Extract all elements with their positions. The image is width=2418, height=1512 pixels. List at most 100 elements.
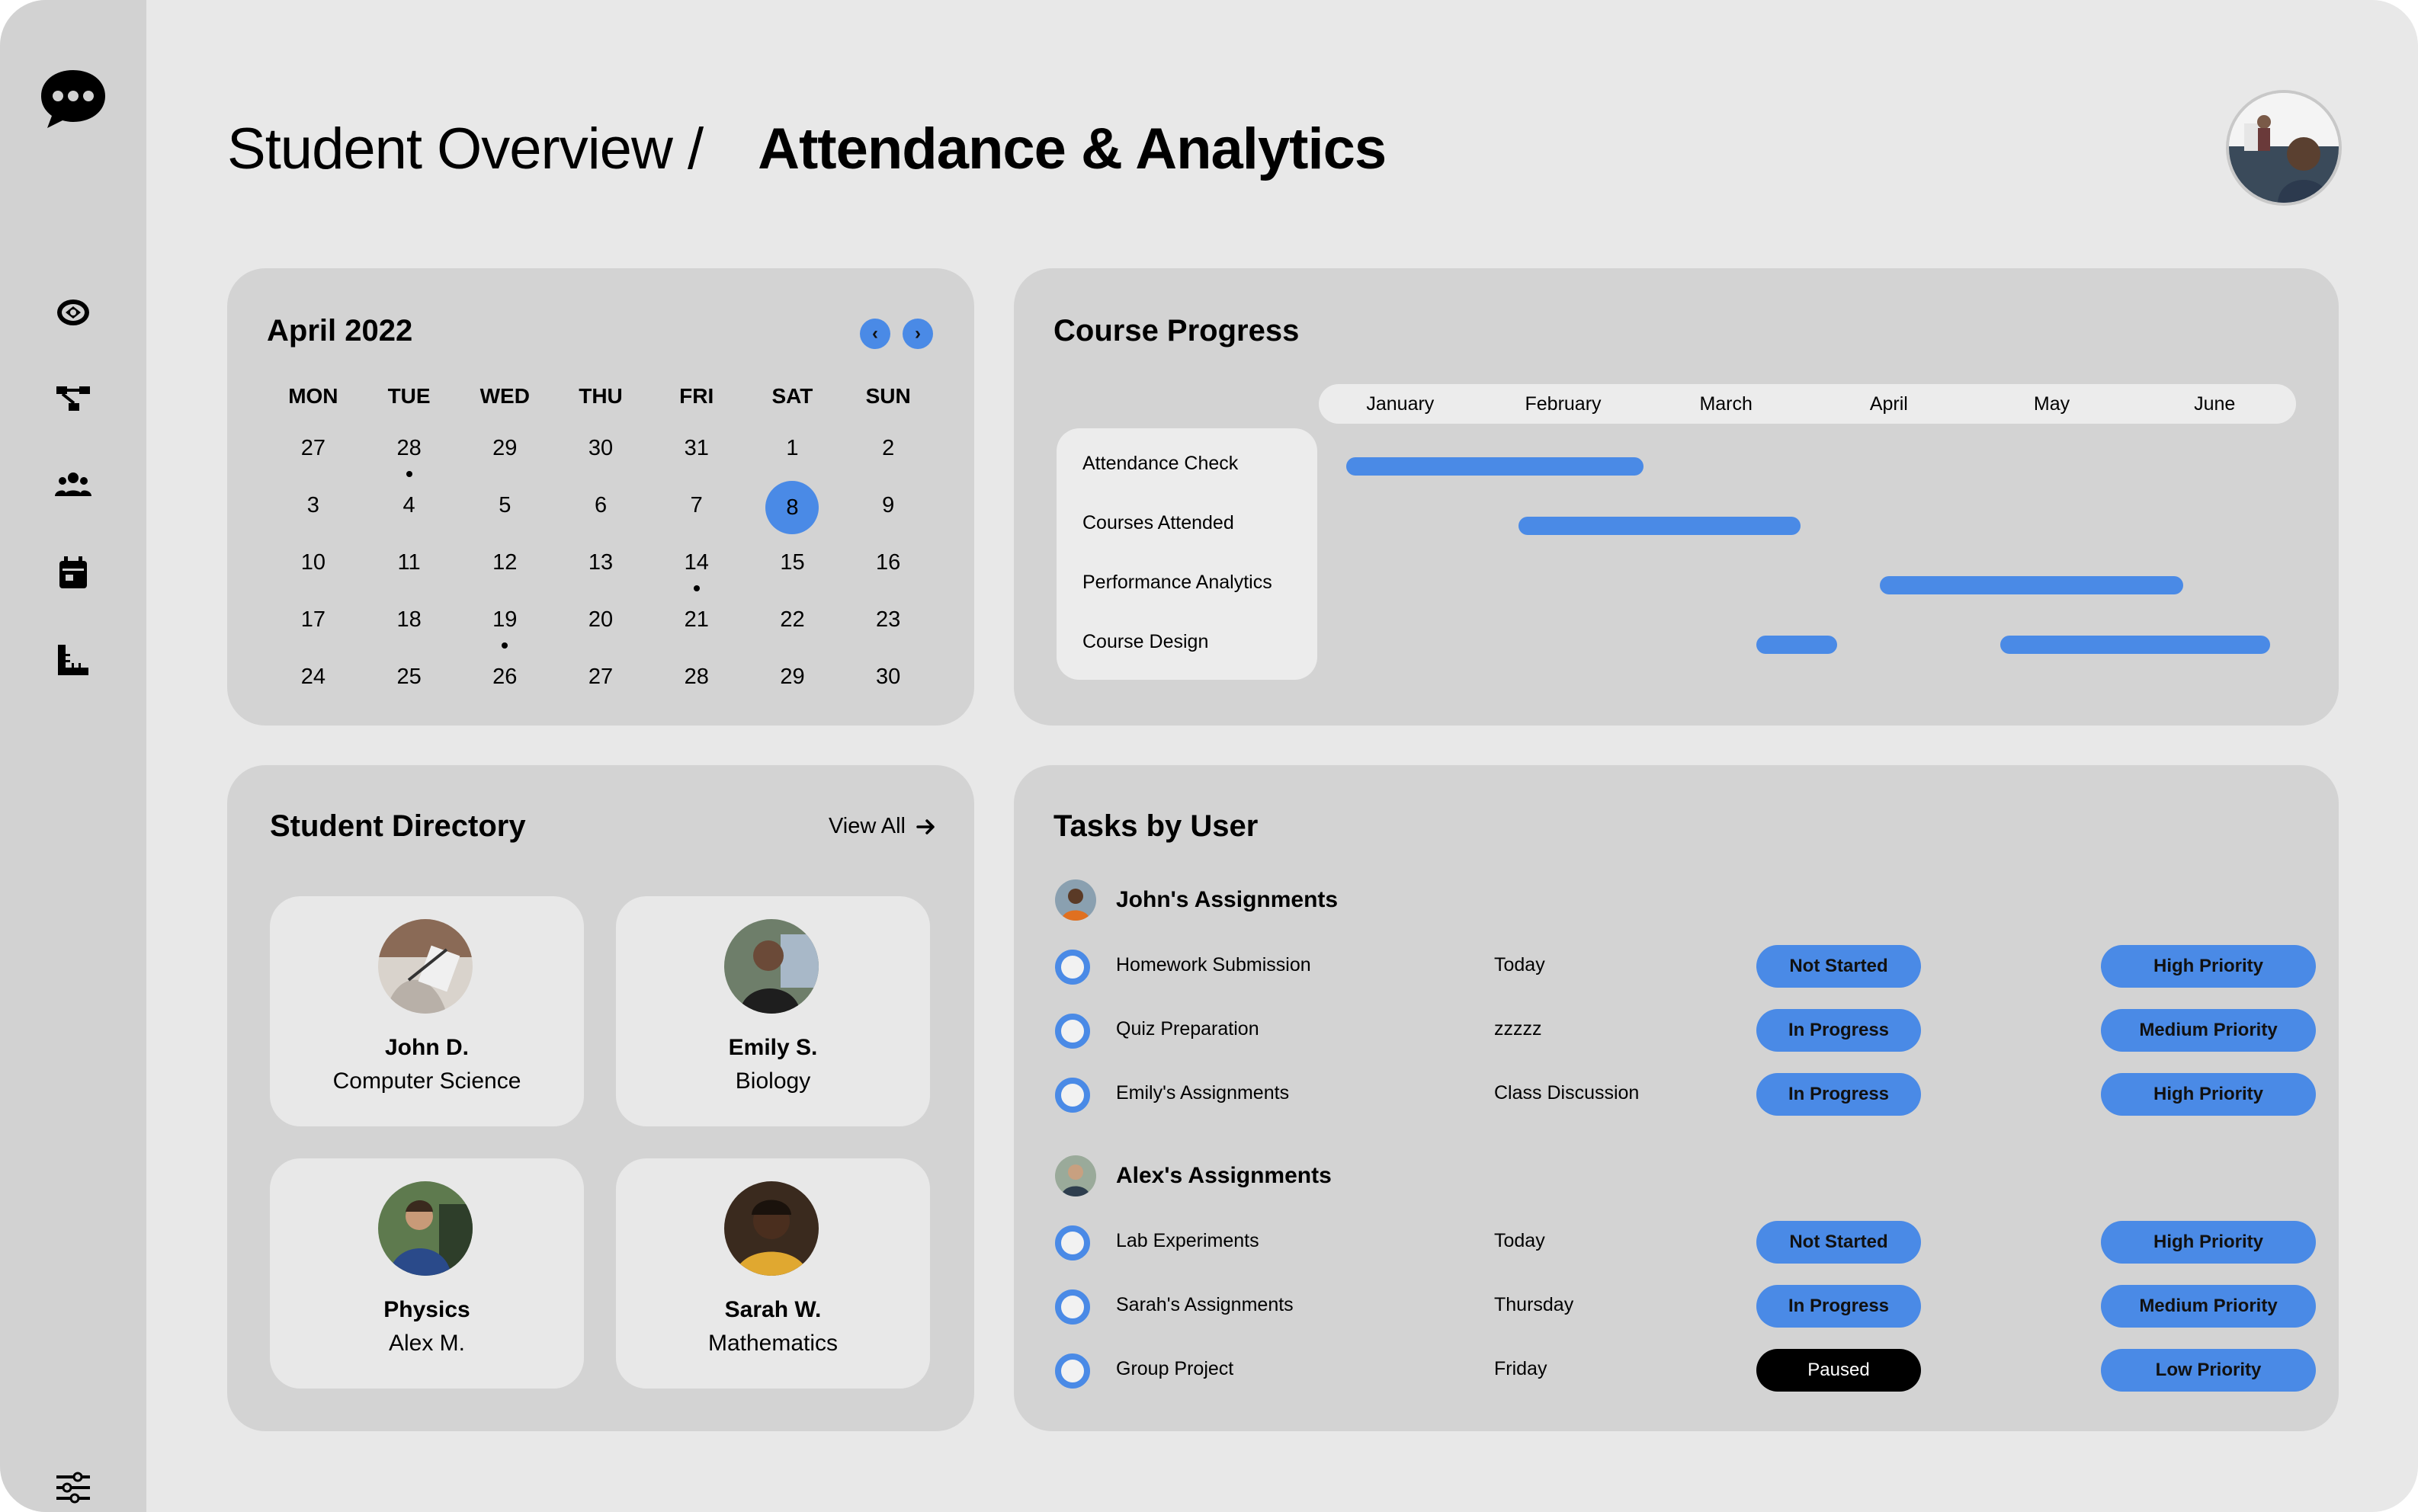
calendar-day[interactable]: 3 — [265, 482, 361, 540]
calendar-day[interactable]: 2 — [840, 425, 936, 482]
calendar-day[interactable]: 13 — [553, 540, 649, 597]
calendar-next-button[interactable]: › — [903, 319, 933, 349]
arrow-right-icon — [916, 818, 935, 834]
timeline-bar-course-design[interactable] — [1756, 636, 1837, 654]
task-name: Homework Submission — [1116, 954, 1311, 975]
task-radio[interactable] — [1055, 1078, 1090, 1113]
status-badge[interactable]: In Progress — [1756, 1009, 1921, 1052]
calendar-day[interactable]: 31 — [649, 425, 745, 482]
calendar-day[interactable]: 5 — [457, 482, 553, 540]
timeline-bar-performance-analytics[interactable] — [1880, 576, 2183, 594]
student-card[interactable]: John D. Computer Science — [270, 896, 584, 1126]
calendar-day[interactable]: 25 — [361, 654, 457, 711]
task-radio[interactable] — [1055, 950, 1090, 985]
priority-badge[interactable]: Low Priority — [2101, 1349, 2316, 1392]
calendar-day[interactable]: 1 — [745, 425, 841, 482]
task-radio[interactable] — [1055, 1014, 1090, 1049]
student-subject: Alex M. — [388, 1331, 466, 1356]
priority-badge[interactable]: High Priority — [2101, 1221, 2316, 1264]
sliders-icon[interactable] — [49, 1463, 98, 1512]
chat-bubble-icon[interactable] — [37, 67, 110, 131]
month-label: April — [1869, 393, 1908, 415]
timeline-bar-attendance-check[interactable] — [1346, 457, 1644, 476]
dashboard-icon[interactable] — [49, 288, 98, 337]
calendar-day[interactable]: 4 — [361, 482, 457, 540]
status-badge[interactable]: In Progress — [1756, 1073, 1921, 1116]
priority-badge[interactable]: High Priority — [2101, 945, 2316, 988]
breadcrumb-parent[interactable]: Student Overview / — [227, 116, 704, 182]
calendar-day[interactable]: 28 — [361, 425, 457, 482]
student-card[interactable]: Sarah W. Mathematics — [616, 1158, 930, 1389]
priority-badge[interactable]: High Priority — [2101, 1073, 2316, 1116]
calendar-day[interactable]: 30 — [840, 654, 936, 711]
calendar-day[interactable]: 18 — [361, 597, 457, 654]
calendar-week: 17 18 19 20 21 22 23 — [265, 597, 936, 654]
student-card[interactable]: Physics Alex M. — [270, 1158, 584, 1389]
calendar-day[interactable]: 29 — [457, 425, 553, 482]
calendar-day[interactable]: 6 — [553, 482, 649, 540]
weekday-label: MON — [288, 384, 338, 408]
task-row: Sarah's Assignments Thursday In Progress… — [1055, 1285, 2316, 1328]
user-avatar[interactable] — [2229, 93, 2339, 203]
ruler-icon[interactable] — [49, 636, 98, 684]
calendar-day[interactable]: 16 — [840, 540, 936, 597]
calendar-day[interactable]: 21 — [649, 597, 745, 654]
calendar-icon[interactable] — [49, 549, 98, 597]
calendar-day[interactable]: 22 — [745, 597, 841, 654]
student-avatar — [724, 1181, 819, 1276]
calendar-day[interactable]: 20 — [553, 597, 649, 654]
timeline-months-header: January February March April May June — [1319, 384, 2296, 424]
calendar-day[interactable]: 23 — [840, 597, 936, 654]
priority-badge[interactable]: Medium Priority — [2101, 1009, 2316, 1052]
calendar-prev-button[interactable]: ‹ — [860, 319, 890, 349]
calendar-day[interactable]: 12 — [457, 540, 553, 597]
calendar-month-title: April 2022 — [267, 314, 413, 348]
student-card[interactable]: Emily S. Biology — [616, 896, 930, 1126]
event-dot — [502, 642, 508, 649]
view-all-link[interactable]: View All — [829, 814, 936, 839]
task-row: Group Project Friday Paused Low Priority — [1055, 1349, 2316, 1392]
timeline-bar-courses-attended[interactable] — [1518, 517, 1801, 535]
users-icon[interactable] — [49, 461, 98, 510]
calendar-day[interactable]: 30 — [553, 425, 649, 482]
task-radio[interactable] — [1055, 1225, 1090, 1261]
status-badge[interactable]: Paused — [1756, 1349, 1921, 1392]
task-group-header[interactable]: John's Assignments — [1055, 879, 1338, 921]
calendar-day[interactable]: 24 — [265, 654, 361, 711]
calendar-grid: MON TUE WED THU FRI SAT SUN 27 28 29 30 … — [265, 375, 936, 711]
calendar-day[interactable]: 7 — [649, 482, 745, 540]
weekday-label: TUE — [387, 384, 431, 408]
status-badge[interactable]: In Progress — [1756, 1285, 1921, 1328]
weekday-label: SUN — [865, 384, 911, 408]
calendar-day[interactable]: 28 — [649, 654, 745, 711]
task-group-header[interactable]: Alex's Assignments — [1055, 1155, 1332, 1196]
day-number: 11 — [397, 550, 421, 575]
calendar-day[interactable]: 11 — [361, 540, 457, 597]
calendar-day[interactable]: 29 — [745, 654, 841, 711]
status-badge[interactable]: Not Started — [1756, 1221, 1921, 1264]
calendar-day[interactable]: 14 — [649, 540, 745, 597]
calendar-day-selected[interactable]: 8 — [745, 481, 841, 540]
calendar-day[interactable]: 10 — [265, 540, 361, 597]
task-name: Emily's Assignments — [1116, 1082, 1290, 1104]
calendar-week: 3 4 5 6 7 8 9 — [265, 481, 936, 540]
workflow-icon[interactable] — [49, 374, 98, 423]
task-name: Lab Experiments — [1116, 1230, 1259, 1251]
task-radio[interactable] — [1055, 1353, 1090, 1389]
day-number: 28 — [396, 436, 422, 460]
calendar-day[interactable]: 27 — [553, 654, 649, 711]
calendar-week: 24 25 26 27 28 29 30 — [265, 654, 936, 711]
day-number: 22 — [780, 607, 805, 632]
calendar-day[interactable]: 9 — [840, 482, 936, 540]
calendar-day[interactable]: 15 — [745, 540, 841, 597]
timeline-bar-course-design[interactable] — [2000, 636, 2270, 654]
calendar-day[interactable]: 17 — [265, 597, 361, 654]
calendar-day[interactable]: 26 — [457, 654, 553, 711]
day-number: 25 — [396, 665, 422, 689]
calendar-day[interactable]: 27 — [265, 425, 361, 482]
task-radio[interactable] — [1055, 1289, 1090, 1325]
calendar-day[interactable]: 19 — [457, 597, 553, 654]
status-badge[interactable]: Not Started — [1756, 945, 1921, 988]
priority-badge[interactable]: Medium Priority — [2101, 1285, 2316, 1328]
day-number: 13 — [588, 550, 614, 575]
